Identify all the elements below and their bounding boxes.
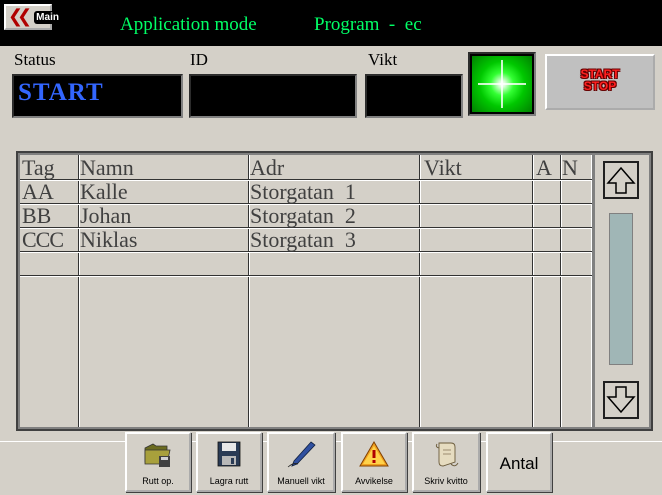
rutt-op-label: Rutt op.	[142, 476, 174, 486]
manuell-vikt-label: Manuell vikt	[277, 476, 325, 486]
cell-namn[interactable]: Johan	[80, 205, 131, 227]
warning-icon	[359, 441, 389, 467]
scroll-icon	[435, 442, 459, 467]
id-field	[189, 74, 357, 118]
rutt-op-button[interactable]: Rutt op.	[125, 432, 191, 492]
floppy-disk-icon	[217, 441, 241, 467]
id-label: ID	[190, 50, 208, 69]
main-button[interactable]: ❮❮ Main	[4, 4, 61, 30]
arrow-up-icon	[606, 166, 636, 194]
status-label: Status	[14, 50, 56, 69]
antal-label: Antal	[499, 454, 539, 473]
skriv-kvitto-button[interactable]: Skriv kvitto	[412, 432, 480, 492]
table-scrollbar[interactable]	[595, 155, 649, 427]
scroll-down-button[interactable]	[603, 381, 639, 419]
column-header-namn[interactable]: Namn	[80, 157, 134, 179]
stop-label: STOP	[583, 79, 617, 93]
cell-tag[interactable]: AA	[22, 181, 54, 203]
folder-icon	[144, 443, 171, 467]
status-field: START	[12, 74, 183, 118]
scroll-track[interactable]	[609, 213, 633, 365]
cell-adr[interactable]: Storgatan 3	[250, 229, 356, 251]
route-table: Tag Namn Adr Vikt A N AA Kalle Storgatan…	[16, 151, 653, 431]
program-title: Program - ec	[314, 14, 422, 35]
cell-adr[interactable]: Storgatan 1	[250, 181, 356, 203]
lagra-rutt-button[interactable]: Lagra rutt	[196, 432, 262, 492]
start-stop-button[interactable]: START STOP	[545, 54, 655, 110]
table-grid: Tag Namn Adr Vikt A N AA Kalle Storgatan…	[20, 155, 592, 427]
main-button-label: Main	[34, 10, 61, 24]
status-value: START	[18, 79, 104, 106]
column-header-tag[interactable]: Tag	[22, 157, 55, 179]
pen-icon	[287, 441, 316, 468]
scroll-up-button[interactable]	[603, 161, 639, 199]
column-header-a[interactable]: A	[536, 157, 552, 179]
skriv-kvitto-label: Skriv kvitto	[424, 476, 468, 486]
top-bar: ❮❮ Main Application mode Program - ec	[0, 0, 662, 46]
cell-tag[interactable]: BB	[22, 205, 51, 227]
vikt-label: Vikt	[368, 50, 398, 69]
double-chevron-left-icon: ❮❮	[8, 6, 32, 27]
lagra-rutt-label: Lagra rutt	[209, 476, 249, 486]
avvikelse-label: Avvikelse	[355, 476, 393, 486]
column-header-adr[interactable]: Adr	[250, 157, 284, 179]
cell-adr[interactable]: Storgatan 2	[250, 205, 356, 227]
mode-title: Application mode	[120, 14, 257, 35]
avvikelse-button[interactable]: Avvikelse	[341, 432, 407, 492]
column-header-n[interactable]: N	[562, 157, 578, 179]
manuell-vikt-button[interactable]: Manuell vikt	[267, 432, 335, 492]
arrow-down-icon	[606, 386, 636, 414]
status-lamp	[468, 52, 536, 116]
cell-namn[interactable]: Niklas	[80, 229, 137, 251]
cell-tag[interactable]: CCC	[22, 229, 64, 251]
cell-namn[interactable]: Kalle	[80, 181, 128, 203]
vikt-field	[365, 74, 463, 118]
antal-button[interactable]: Antal	[486, 432, 552, 492]
column-header-vikt[interactable]: Vikt	[424, 157, 462, 179]
